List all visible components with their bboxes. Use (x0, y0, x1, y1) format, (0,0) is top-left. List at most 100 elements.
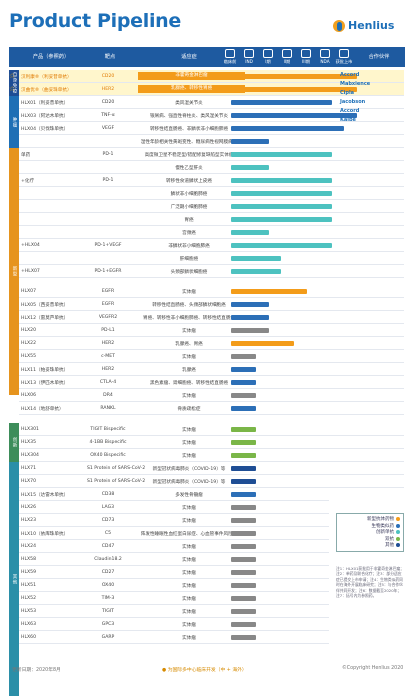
product-name: HLX22 (21, 341, 37, 346)
table-row: 单药 PD-1 高度微卫星不稳定型/错配修复缺陷型实体瘤 (19, 148, 404, 161)
phase-icon (282, 49, 292, 58)
progress-bar (231, 217, 332, 222)
indication-text: 湿性年龄相关性黄斑变性、糖尿病性视网膜病变 (140, 140, 238, 145)
product-name: HLX51 (21, 583, 37, 588)
header-product: 产品（参照药） (32, 54, 70, 60)
table-row: +HLX04 PD-1+VEGF 非鳞状非小细胞肺癌 (19, 239, 404, 252)
progress-bar (231, 165, 269, 170)
product-name: HLX301 (21, 427, 39, 432)
target-name: LAG3 (101, 505, 115, 510)
phase-label: IND (245, 59, 253, 64)
product-name: HLX59 (21, 570, 37, 575)
progress-bar (231, 243, 332, 248)
progress-bar (231, 139, 269, 144)
product-name: HLX60 (21, 635, 37, 640)
table-header: 产品（参照药） 靶点 适应症 临床前 IND I期 II期 III期 NDA 获批上市 合作… (9, 47, 405, 67)
target-name: Claudin18.2 (94, 557, 122, 562)
progress-bar (231, 152, 332, 157)
target-name: PD-1+EGFR (94, 269, 122, 274)
table-row: HLX70 S1 Protein of SARS-CoV-2 新型冠状病毒肺炎（CO… (19, 475, 404, 488)
product-name: HLX07 (21, 289, 37, 294)
indication-text: 实体瘤 (182, 519, 196, 524)
target-name: PD-L1 (101, 328, 115, 333)
table-row: HLX71 S1 Protein of SARS-CoV-2 新型冠状病毒肺炎（CO… (19, 462, 404, 475)
table-row: +HLX07 PD-1+EGFR 头颈部鳞状细胞癌 (19, 265, 404, 278)
indication-text: 银屑病、强直性脊柱炎、类风湿关节炎 (149, 114, 229, 119)
progress-bar (231, 544, 257, 549)
product-name: HLX53 (21, 609, 37, 614)
product-name: HLX26 (21, 505, 37, 510)
table-row: HLX14（地舒单抗） RANKL 骨质疏松症 (19, 402, 404, 415)
category-1: 肿瘤 (9, 96, 19, 148)
progress-bar (231, 74, 357, 79)
phase-label: 临床前 (223, 59, 237, 64)
indication-text: 乳腺癌、胃癌 (175, 342, 203, 347)
indication-text: 实体瘤 (182, 636, 196, 641)
table-row: 广泛期小细胞肺癌 (19, 200, 404, 213)
progress-bar (231, 341, 294, 346)
legend-label: 新型抗体药物 (367, 517, 394, 523)
progress-bar (231, 427, 257, 432)
indication-text: 非霍奇金淋巴瘤 (138, 72, 245, 80)
progress-bar (231, 315, 269, 320)
indication-text: 转移性结直肠癌、非鳞状非小细胞肺癌 (149, 127, 229, 132)
indication-text: 胃癌 (184, 218, 194, 223)
copyright: ©Copyright Henlius 2020 (342, 666, 404, 671)
phase-0: 临床前 (221, 48, 239, 66)
progress-bar (231, 583, 257, 588)
footer-note: ● 为国际多中心临床开发（中 + 海外） (162, 668, 247, 673)
phase-label: I期 (265, 59, 271, 64)
table-row: HLX26 LAG3 实体瘤 (19, 501, 329, 514)
table-row: HLX55 c-MET 实体瘤 (19, 350, 404, 363)
legend-dot-icon (396, 517, 400, 522)
target-name: VEGF (101, 126, 115, 131)
legend-label: 生物类似药 (371, 523, 395, 529)
brand-name: Henlius (348, 19, 395, 32)
target-name: CD73 (101, 518, 115, 523)
indication-text: 头颈部鳞状细胞癌 (170, 270, 208, 275)
target-name: GPC3 (101, 622, 115, 627)
indication-text: 骨质疏松症 (177, 407, 201, 412)
progress-bar (231, 126, 345, 131)
progress-bar (231, 302, 269, 307)
indication-text: 新型冠状病毒肺炎（COVID-19）等 (152, 467, 226, 472)
progress-bar (231, 466, 257, 471)
table-row: HLX53 TIGIT 实体瘤 (19, 605, 329, 618)
target-name: VEGFR2 (98, 315, 118, 320)
header-target: 靶点 (104, 54, 116, 60)
phase-icon (320, 49, 330, 58)
indication-text: 新型冠状病毒肺炎（COVID-19）等 (152, 480, 226, 485)
category-4: 其他 (9, 462, 19, 696)
table-row: HLX35 4-1BB Bispecific 实体瘤 (19, 436, 404, 449)
indication-text: 实体瘤 (182, 441, 196, 446)
phase-icon (225, 49, 235, 58)
product-name: HLX20 (21, 328, 37, 333)
table-row: HLX13（伊匹木单抗） CTLA-4 黑色素瘤、肾细胞癌、转移性结直肠癌 (19, 376, 404, 389)
partner-logo: Kalbe (340, 117, 356, 123)
indication-text: 实体瘤 (182, 597, 196, 602)
product-name: HLX70 (21, 479, 37, 484)
indication-text: 转移性结直肠癌、头颈部鳞状细胞癌 (152, 303, 226, 308)
progress-bar (231, 557, 257, 562)
progress-bar (231, 87, 357, 92)
table-row: HLX07 EGFR 实体瘤 (19, 285, 404, 298)
target-name: CD47 (101, 544, 115, 549)
progress-bar (231, 178, 332, 183)
progress-bar (231, 256, 282, 261)
progress-bar (231, 367, 257, 372)
table-row: HLX20 PD-L1 实体瘤 (19, 324, 404, 337)
indication-text: 实体瘤 (182, 329, 196, 334)
header-partner: 合作伙伴 (368, 54, 390, 60)
progress-bar (231, 518, 257, 523)
table-row: 慢性乙型肝炎 (19, 161, 404, 174)
indication-text: 乳腺癌、转移性胃癌 (138, 85, 245, 93)
progress-bar (231, 328, 269, 333)
partner-logo: Mabxience (340, 81, 371, 87)
legend: 新型抗体药物 生物类似药 创新单抗 双抗 其他 (336, 513, 404, 552)
phase-icon (339, 49, 349, 58)
approved-star-icon: ☆ (9, 85, 16, 93)
target-name: TIM-3 (101, 596, 115, 601)
legend-dot-icon (396, 543, 400, 548)
table-row: 宫颈癌 (19, 226, 404, 239)
target-name: EGFR (101, 289, 115, 294)
